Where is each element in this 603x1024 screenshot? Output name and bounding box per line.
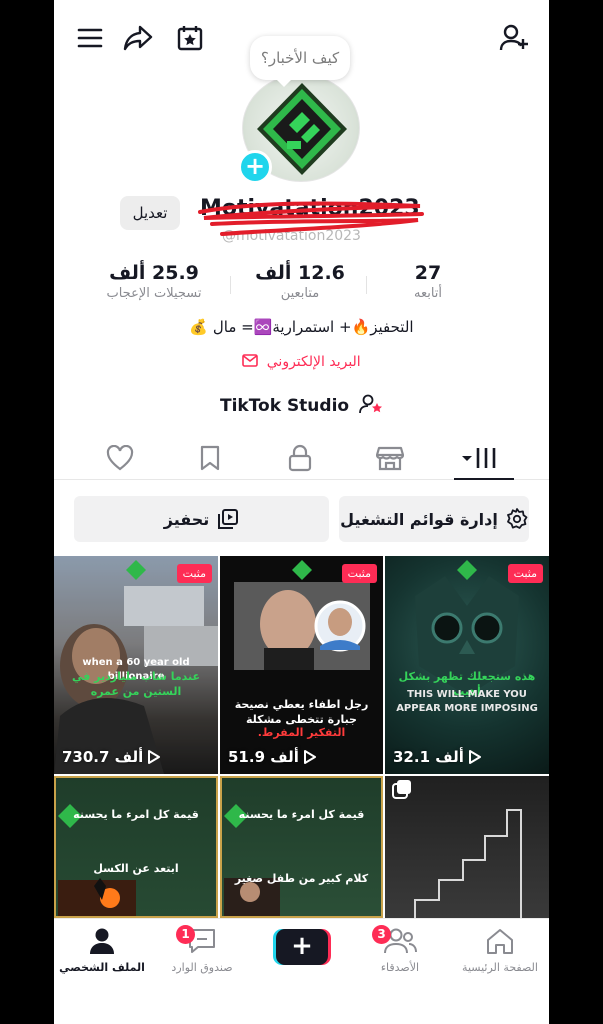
create-button[interactable]: + (276, 929, 328, 965)
divider (230, 276, 231, 294)
thumbnail-image (392, 780, 522, 918)
following-label: أتابعه (413, 286, 443, 301)
view-count-text: 32.1 ألف (393, 748, 464, 766)
edit-profile-button[interactable]: تعديل (120, 196, 180, 230)
friends-badge: 3 (372, 925, 391, 944)
menu-icon[interactable] (74, 22, 106, 54)
share-icon[interactable] (122, 22, 154, 54)
profile-screen: + كيف الأخبار؟ تعديل Motivatation2023 @m… (54, 0, 549, 1024)
inbox-badge: 1 (176, 925, 195, 944)
view-count-text: 51.9 ألف (228, 748, 299, 766)
add-friend-icon[interactable] (498, 22, 530, 54)
content-tabs (54, 436, 549, 480)
email-label: البريد الإلكتروني (266, 354, 361, 370)
status-bubble[interactable]: كيف الأخبار؟ (250, 36, 350, 87)
video-caption-highlight: التفكير المفرط. (257, 726, 346, 739)
divider (366, 276, 367, 294)
user-handle: @motivatation2023 (222, 228, 361, 244)
tab-shop[interactable] (350, 436, 430, 480)
playlist-icon (218, 509, 239, 529)
view-count: 32.1 ألف (393, 748, 482, 766)
tab-private[interactable] (260, 436, 340, 480)
video-grid: مثبت when a 60 year old billionaire عندم… (54, 556, 549, 918)
avatar-container[interactable]: + (238, 74, 362, 184)
likes-label: تسجيلات الإعجاب (106, 286, 202, 301)
tab-liked[interactable] (80, 436, 160, 480)
heart-icon (106, 445, 134, 471)
videos-grid-icon (462, 448, 496, 468)
nav-home[interactable]: الصفحة الرئيسية (452, 927, 548, 974)
nav-home-label: الصفحة الرئيسية (462, 961, 538, 974)
studio-label: TikTok Studio (219, 396, 350, 416)
mail-icon (242, 354, 259, 367)
calendar-star-icon[interactable] (174, 22, 206, 54)
nav-profile-label: الملف الشخصي (59, 961, 145, 974)
followers-count: 12.6 ألف (255, 262, 345, 284)
play-icon (303, 750, 316, 764)
video-caption: ابتعد عن الكسل (93, 862, 179, 875)
nav-inbox[interactable]: 1 صندوق الوارد (154, 925, 250, 974)
likes-stat[interactable]: 25.9 ألف تسجيلات الإعجاب (94, 262, 214, 301)
followers-label: متابعين (280, 286, 320, 301)
nav-profile[interactable]: الملف الشخصي (54, 927, 150, 974)
studio-user-star-icon (359, 394, 383, 414)
stats-row: 25.9 ألف تسجيلات الإعجاب 12.6 ألف متابعي… (54, 262, 549, 312)
video-thumbnail[interactable]: مثبت هذه ستجعلك تظهر بشكل أهيب THIS WILL… (385, 556, 549, 774)
following-count: 27 (414, 262, 442, 284)
video-caption: عندما شاب ملياردير في الستين من عمره (72, 670, 200, 698)
view-count: 51.9 ألف (228, 748, 317, 766)
thumbnail-image (415, 560, 519, 696)
motivation-label: تحفيز (163, 509, 210, 529)
profile-bio: التحفيز🔥+ استمرارية♾️= مال 💰 (189, 318, 414, 336)
pinned-badge: مثبت (341, 564, 377, 583)
video-caption: كلام كبير من طفل صغير (234, 872, 369, 885)
play-icon (468, 750, 481, 764)
video-thumbnail[interactable]: مثبت رجل اطفاء يعطي نصيحة جبارة تتخطى مش… (220, 556, 383, 774)
settings-gear-icon (506, 508, 528, 529)
bookmark-icon (200, 445, 220, 471)
play-icon (148, 750, 161, 764)
video-thumbnail[interactable]: قيمة كل امرء ما يحسنه كلام كبير من طفل ص… (220, 776, 383, 918)
thumbnail-image (224, 804, 280, 916)
manage-playlists-button[interactable]: إدارة قوائم التشغيل (339, 496, 529, 542)
pinned-badge: مثبت (507, 564, 543, 583)
username: Motivatation2023 (200, 196, 420, 221)
tab-saved[interactable] (170, 436, 250, 480)
tiktok-studio-link[interactable]: TikTok Studio (54, 394, 549, 416)
video-caption: رجل اطفاء يعطي نصيحة جبارة تتخطى مشكلة (234, 698, 369, 726)
nav-friends-label: الأصدقاء (380, 961, 420, 974)
thumbnail-image (234, 560, 370, 670)
nav-friends[interactable]: 3 الأصدقاء (352, 925, 448, 974)
pinned-badge: مثبت (176, 564, 212, 583)
likes-count: 25.9 ألف (109, 262, 199, 284)
view-count: 730.7 ألف (62, 748, 161, 766)
following-stat[interactable]: 27 أتابعه (368, 262, 488, 301)
video-thumbnail[interactable] (385, 776, 549, 918)
playlists-label: إدارة قوائم التشغيل (340, 509, 498, 529)
home-icon (487, 929, 513, 954)
view-count-text: 730.7 ألف (62, 748, 144, 766)
active-tab-indicator (454, 478, 514, 480)
bottom-navigation: الملف الشخصي 1 صندوق الوارد + 3 الأصدقاء… (54, 918, 549, 1024)
email-link[interactable]: البريد الإلكتروني (54, 354, 549, 370)
motivation-playlist-button[interactable]: تحفيز (74, 496, 329, 542)
video-thumbnail[interactable]: مثبت when a 60 year old billionaire عندم… (54, 556, 218, 774)
tab-videos[interactable] (440, 436, 520, 480)
lock-icon (288, 444, 312, 472)
video-caption-english: THIS WILL MAKE YOU APPEAR MORE IMPOSING (396, 689, 538, 714)
nav-inbox-label: صندوق الوارد (171, 961, 233, 974)
add-story-button[interactable]: + (238, 150, 272, 184)
shop-icon (376, 446, 404, 471)
action-buttons: تحفيز إدارة قوائم التشغيل (74, 496, 529, 542)
followers-stat[interactable]: 12.6 ألف متابعين (240, 262, 360, 301)
video-title: قيمة كل امرء ما يحسنه (238, 808, 365, 821)
profile-icon (90, 928, 114, 954)
thumbnail-image (58, 804, 136, 916)
video-title: قيمة كل امرء ما يحسنه (73, 808, 199, 821)
video-thumbnail[interactable]: قيمة كل امرء ما يحسنه ابتعد عن الكسل (54, 776, 218, 918)
